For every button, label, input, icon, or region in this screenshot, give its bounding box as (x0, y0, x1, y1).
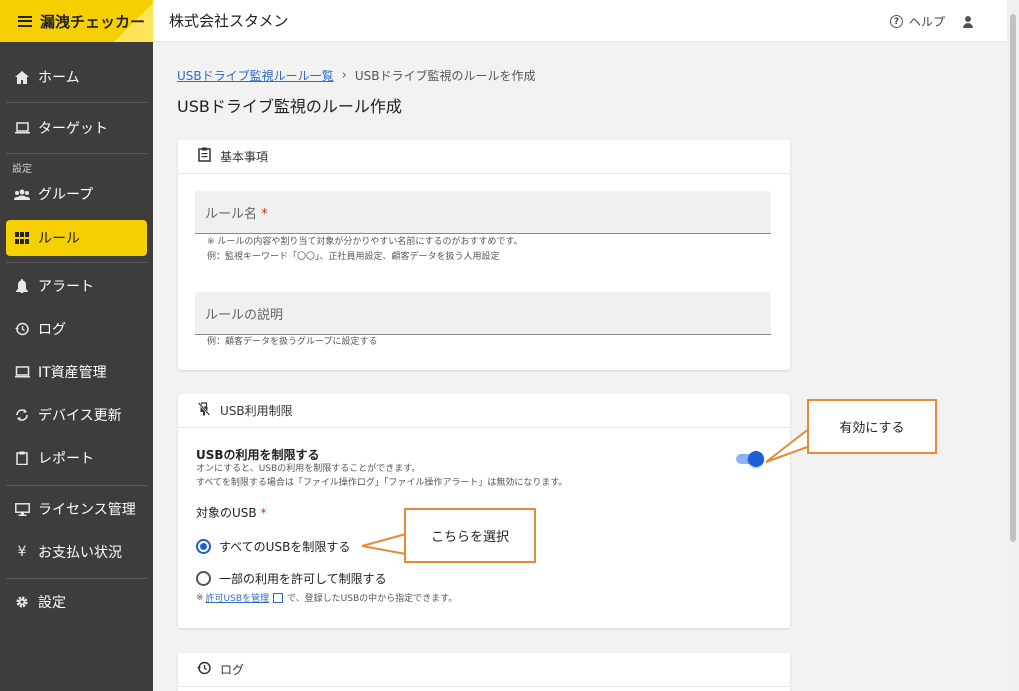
manage-allowed-usb-link[interactable]: 許可USBを管理 (206, 591, 269, 604)
basic-info-card: 基本事項 ルール名 * ※ ルールの内容や割り当て対象が分かりやすい名前にするの… (178, 140, 790, 370)
card-header: USB利用制限 (178, 394, 790, 428)
usb-restrict-description: オンにすると、USBの利用を制限することができます。 すべてを制限する場合は「フ… (196, 464, 568, 488)
sidebar-section-label: 設定 (12, 164, 32, 175)
sidebar-item-home[interactable]: ホーム (0, 52, 153, 102)
usb-restrict-title: USBの利用を制限する (196, 448, 320, 462)
history-icon (196, 661, 212, 679)
sidebar-item-device-update[interactable]: デバイス更新 (0, 395, 153, 435)
sidebar-item-label: ログ (38, 322, 66, 338)
bell-icon (14, 278, 30, 294)
sidebar-item-group[interactable]: グループ (0, 174, 153, 214)
top-bar: 株式会社スタメン ? ヘルプ (153, 0, 1019, 42)
sidebar-item-label: アラート (38, 279, 94, 295)
brand-title: 漏洩チェッカー (40, 12, 146, 31)
help-link[interactable]: ヘルプ (909, 13, 945, 30)
card-title: ログ (220, 663, 245, 677)
page-scrollbar[interactable] (1007, 0, 1019, 691)
rule-name-input[interactable] (195, 191, 771, 233)
rule-name-field[interactable]: ルール名 * (195, 191, 771, 234)
sidebar-item-label: IT資産管理 (38, 365, 107, 381)
sidebar-item-payment[interactable]: ¥ お支払い状況 (0, 532, 153, 572)
sidebar-item-it-assets[interactable]: IT資産管理 (0, 349, 153, 395)
top-bar-actions: ? ヘルプ (889, 13, 975, 30)
sidebar-item-label: ターゲット (38, 121, 108, 137)
user-icon[interactable] (961, 15, 975, 29)
sidebar-item-target[interactable]: ターゲット (0, 103, 153, 153)
help-icon[interactable]: ? (889, 15, 903, 28)
usb-restrict-toggle[interactable] (736, 451, 764, 467)
log-card: ログ (178, 653, 790, 691)
sidebar-item-log[interactable]: ログ (0, 309, 153, 349)
home-icon (14, 69, 30, 85)
breadcrumb-parent-link[interactable]: USBドライブ監視ルール一覧 (177, 67, 334, 84)
callout-pointer (765, 427, 811, 463)
sidebar-item-label: レポート (38, 451, 94, 467)
rule-description-field[interactable]: ルールの説明 (195, 292, 771, 335)
laptop-icon (14, 120, 30, 136)
callout-select: こちらを選択 (404, 508, 536, 563)
yen-icon: ¥ (17, 544, 27, 560)
sidebar-item-license[interactable]: ライセンス管理 (0, 486, 153, 532)
breadcrumb: USBドライブ監視ルール一覧 › USBドライブ監視のルールを作成 (177, 67, 535, 84)
sidebar-item-label: ライセンス管理 (38, 502, 136, 518)
brand-bar: 漏洩チェッカー (0, 0, 153, 42)
computer-icon (14, 364, 30, 380)
card-header: 基本事項 (178, 140, 790, 174)
usb-off-icon (196, 401, 212, 420)
sidebar-item-settings[interactable]: 設定 (0, 579, 153, 625)
rule-name-hint: ※ ルールの内容や割り当て対象が分かりやすい名前にするのがおすすめです。 例：監… (207, 237, 523, 262)
sidebar-item-label: ホーム (38, 70, 80, 86)
grid-icon (14, 230, 30, 246)
history-icon (14, 321, 30, 337)
radio-unchecked-icon[interactable] (196, 571, 211, 586)
radio-label: すべてのUSBを制限する (219, 540, 351, 554)
breadcrumb-current: USBドライブ監視のルールを作成 (354, 69, 536, 83)
sidebar-item-label: ルール (38, 231, 80, 247)
callout-enable: 有効にする (807, 399, 937, 454)
sidebar-item-label: グループ (38, 187, 94, 203)
radio-restrict-partial[interactable]: 一部の利用を許可して制限する (196, 570, 387, 587)
rule-description-input[interactable] (195, 292, 771, 334)
sync-icon (14, 407, 30, 423)
menu-icon[interactable] (18, 15, 32, 27)
sidebar-item-label: デバイス更新 (38, 408, 122, 424)
target-usb-label: 対象のUSB * (196, 506, 267, 520)
radio-checked-icon[interactable] (196, 539, 211, 554)
allowed-usb-note: ※ 許可USBを管理 で、登録したUSBの中から指定できます。 (196, 591, 458, 604)
card-header: ログ (178, 653, 790, 687)
toggle-knob (748, 451, 764, 467)
external-link-icon[interactable] (273, 592, 284, 603)
rule-description-hint: 例：顧客データを扱うグループに設定する (207, 337, 378, 347)
sidebar-item-report[interactable]: レポート (0, 435, 153, 481)
company-name: 株式会社スタメン (169, 12, 289, 30)
sidebar: 漏洩チェッカー ホーム ターゲット 設定 グループ ルール アラート ログ IT… (0, 0, 153, 691)
clipboard-icon (14, 450, 30, 466)
monitor-icon (14, 501, 30, 517)
page-title: USBドライブ監視のルール作成 (177, 97, 402, 116)
sidebar-item-alert[interactable]: アラート (0, 263, 153, 309)
card-title: USB利用制限 (220, 404, 293, 418)
card-title: 基本事項 (220, 150, 269, 164)
chevron-right-icon: › (341, 68, 347, 83)
gear-icon (14, 594, 30, 610)
sidebar-item-rule[interactable]: ルール (6, 220, 147, 256)
sidebar-item-label: 設定 (38, 595, 66, 611)
group-icon (14, 186, 30, 202)
radio-label: 一部の利用を許可して制限する (219, 572, 387, 586)
callout-pointer (361, 533, 407, 555)
sidebar-item-label: お支払い状況 (38, 545, 122, 561)
clipboard-icon (196, 147, 212, 166)
radio-restrict-all[interactable]: すべてのUSBを制限する (196, 538, 350, 555)
scrollbar-thumb[interactable] (1010, 14, 1016, 542)
